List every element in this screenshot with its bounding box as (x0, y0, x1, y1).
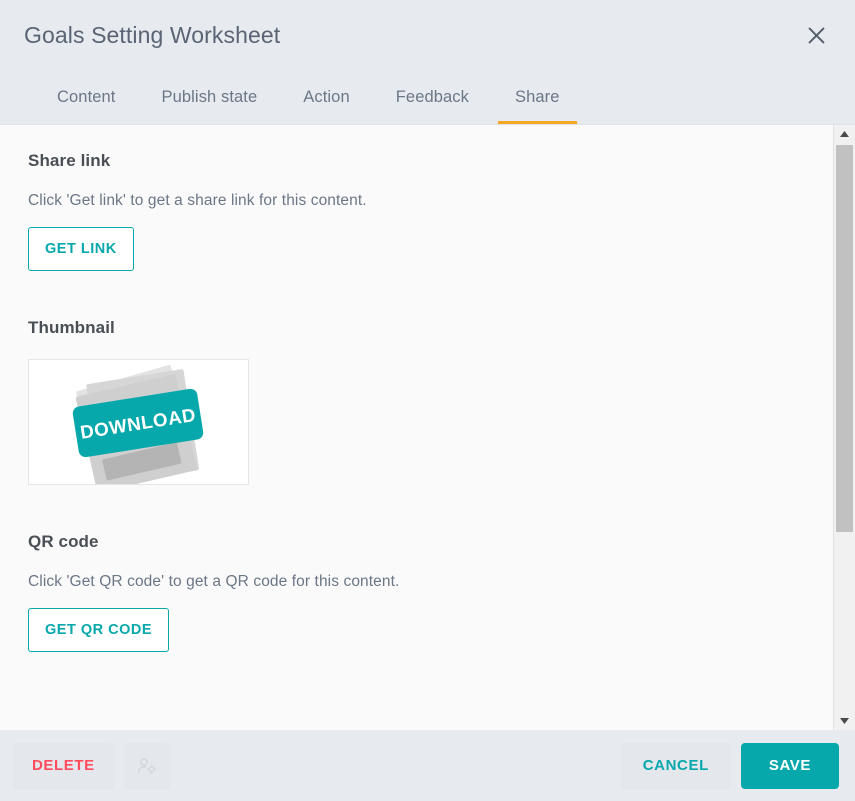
close-icon[interactable] (799, 19, 833, 53)
get-link-button[interactable]: GET LINK (28, 227, 134, 271)
share-modal: Goals Setting Worksheet Content Publish … (0, 0, 855, 801)
get-qr-code-button[interactable]: GET QR CODE (28, 608, 169, 652)
delete-button[interactable]: DELETE (13, 743, 114, 789)
chevron-down-icon[interactable] (834, 712, 855, 730)
page-title: Goals Setting Worksheet (24, 22, 799, 49)
scrollbar-track[interactable] (834, 143, 855, 712)
scrollbar-thumb[interactable] (836, 145, 853, 532)
modal-body: Share link Click 'Get link' to get a sha… (0, 125, 833, 730)
section-share-link: Share link Click 'Get link' to get a sha… (28, 151, 805, 271)
thumbnail-preview[interactable]: DOWNLOAD (28, 359, 249, 485)
modal-header: Goals Setting Worksheet (0, 0, 855, 71)
user-settings-icon (124, 743, 170, 789)
cancel-button[interactable]: CANCEL (621, 743, 731, 789)
qr-code-title: QR code (28, 532, 805, 552)
qr-code-description: Click 'Get QR code' to get a QR code for… (28, 573, 805, 591)
save-button[interactable]: SAVE (741, 743, 839, 789)
tab-bar: Content Publish state Action Feedback Sh… (0, 71, 855, 124)
modal-body-wrap: Share link Click 'Get link' to get a sha… (0, 124, 855, 730)
section-qr-code: QR code Click 'Get QR code' to get a QR … (28, 532, 805, 652)
tab-publish-state[interactable]: Publish state (139, 71, 281, 124)
tab-share[interactable]: Share (492, 71, 583, 124)
tab-action[interactable]: Action (280, 71, 372, 124)
share-link-description: Click 'Get link' to get a share link for… (28, 192, 805, 210)
chevron-up-icon[interactable] (834, 125, 855, 143)
vertical-scrollbar[interactable] (833, 125, 855, 730)
section-thumbnail: Thumbnail (28, 318, 805, 485)
share-link-title: Share link (28, 151, 805, 171)
modal-footer: DELETE CANCEL SAVE (0, 730, 855, 801)
tab-content[interactable]: Content (34, 71, 139, 124)
tab-feedback[interactable]: Feedback (373, 71, 492, 124)
thumbnail-title: Thumbnail (28, 318, 805, 338)
